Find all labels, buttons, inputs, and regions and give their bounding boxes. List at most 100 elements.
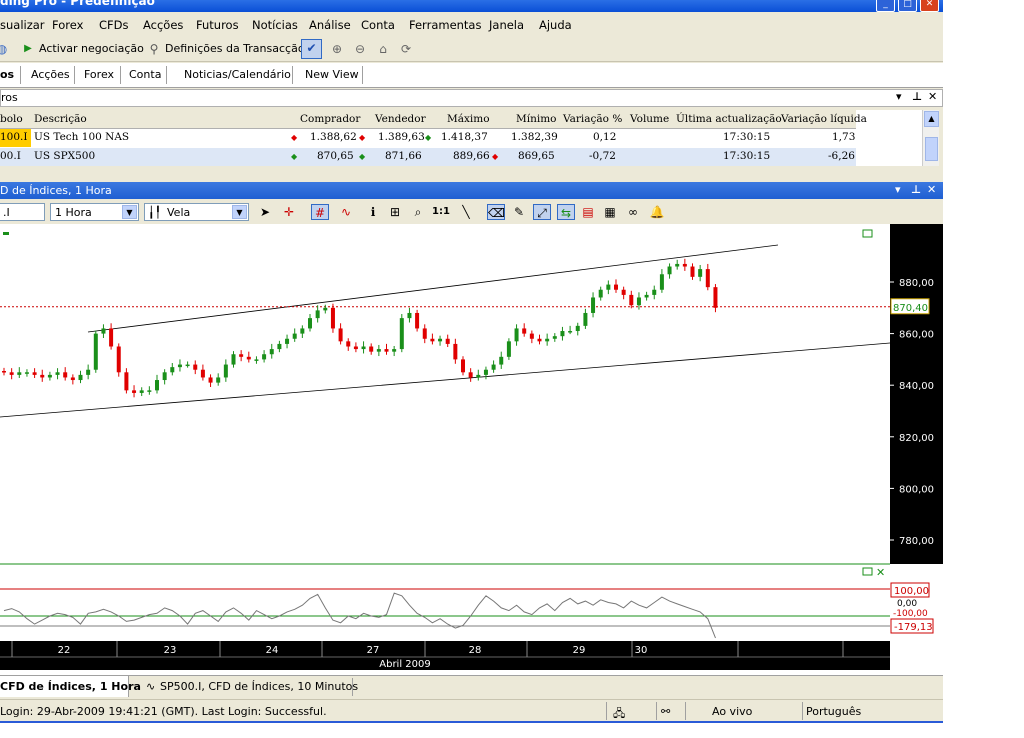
pin-icon[interactable]: ⊥ bbox=[911, 183, 921, 196]
template-icon[interactable]: ▤ bbox=[579, 204, 597, 220]
panel-close-icon[interactable]: ✕ bbox=[927, 183, 936, 196]
col-high[interactable]: Máximo bbox=[447, 113, 490, 125]
candle-body bbox=[568, 331, 573, 333]
tab-forex[interactable]: Forex bbox=[84, 68, 114, 81]
quote-bid: 870,65 bbox=[317, 150, 354, 162]
add-circle-icon[interactable]: ⊕ bbox=[329, 41, 345, 57]
globe-icon[interactable]: ◍ bbox=[0, 41, 10, 57]
scroll-thumb[interactable] bbox=[925, 137, 938, 161]
activate-trading-button[interactable]: Activar negociação bbox=[39, 42, 144, 55]
candle-body bbox=[652, 289, 657, 295]
zoom-icon[interactable]: ⌕ bbox=[409, 204, 427, 220]
auto-scale-icon[interactable]: ⤢ bbox=[533, 204, 551, 220]
indicator-icon[interactable]: ∿ bbox=[337, 204, 355, 220]
transaction-settings-button[interactable]: Definições da Transacção bbox=[165, 42, 305, 55]
col-last-update[interactable]: Última actualização bbox=[676, 113, 782, 125]
menu-futuros[interactable]: Futuros bbox=[196, 18, 239, 32]
home-icon[interactable]: ⌂ bbox=[375, 41, 391, 57]
panel-menu-icon[interactable]: ▾ bbox=[895, 183, 901, 196]
panel-close-icon[interactable]: ✕ bbox=[928, 90, 937, 103]
cci-zero-label: 0,00 bbox=[897, 599, 917, 609]
print-chart-icon[interactable]: ▦ bbox=[601, 204, 619, 220]
candle-body bbox=[40, 374, 45, 378]
candle-body bbox=[614, 284, 618, 290]
drawing-tools-icon[interactable]: ✎ bbox=[510, 204, 528, 220]
menu-noticias[interactable]: Notícias bbox=[252, 18, 298, 32]
col-symbol[interactable]: bolo bbox=[0, 113, 23, 125]
chevron-down-icon[interactable]: ▼ bbox=[122, 205, 137, 219]
play-icon[interactable]: ▶ bbox=[20, 41, 36, 57]
menu-ajuda[interactable]: Ajuda bbox=[539, 18, 572, 32]
chart-type-select[interactable]: ╽╿ Vela ▼ bbox=[144, 203, 249, 221]
quote-description: US Tech 100 NAS bbox=[34, 131, 130, 143]
collapse-pane-icon[interactable] bbox=[3, 232, 9, 235]
date-tick-label: 27 bbox=[367, 645, 380, 656]
col-volume[interactable]: Volume bbox=[630, 113, 669, 125]
eraser-icon[interactable]: ⌫ bbox=[487, 204, 505, 220]
menu-janela[interactable]: Janela bbox=[489, 18, 524, 32]
candle-body bbox=[338, 328, 343, 342]
link-icon[interactable]: ∞ bbox=[624, 204, 642, 220]
close-indicator-icon[interactable]: ✕ bbox=[876, 566, 885, 579]
menu-forex[interactable]: Forex bbox=[52, 18, 83, 32]
tab-noticias[interactable]: Noticias/Calendário bbox=[184, 68, 291, 81]
settings-icon[interactable]: ⚲ bbox=[146, 41, 162, 57]
quote-row[interactable]: 00.I US SPX500 ◆ 870,65 ◆ 871,66 889,66 … bbox=[0, 148, 856, 166]
candle-body bbox=[491, 364, 496, 370]
col-net-change[interactable]: Variação líquida bbox=[781, 113, 867, 125]
menu-conta[interactable]: Conta bbox=[361, 18, 395, 32]
alert-bell-icon[interactable]: 🔔 bbox=[648, 204, 666, 220]
pin-icon[interactable]: ⊥ bbox=[912, 90, 922, 103]
tab-new-view[interactable]: New View bbox=[305, 68, 359, 81]
tab-favoritos[interactable]: os bbox=[0, 68, 14, 81]
menu-ferramentas[interactable]: Ferramentas bbox=[409, 18, 481, 32]
scroll-up-icon[interactable]: ▲ bbox=[924, 111, 939, 127]
tab-conta[interactable]: Conta bbox=[129, 68, 161, 81]
quote-symbol: 00.I bbox=[0, 150, 21, 162]
one-to-one-icon[interactable]: 1:1 bbox=[432, 204, 450, 220]
menu-cfds[interactable]: CFDs bbox=[99, 18, 129, 32]
tab-chart-1h[interactable]: CFD de Índices, 1 Hora bbox=[0, 680, 141, 693]
candle-body bbox=[223, 364, 228, 378]
chevron-down-icon[interactable]: ▼ bbox=[232, 205, 247, 219]
zoom-area-icon[interactable]: ⊞ bbox=[386, 204, 404, 220]
price-chart[interactable]: 880,00 860,00 840,00 820,00 800,00 780,00 870… bbox=[0, 224, 943, 675]
menu-visualizar[interactable]: sualizar bbox=[0, 18, 45, 32]
col-change-pct[interactable]: Variação % bbox=[563, 113, 622, 125]
menu-accoes[interactable]: Acções bbox=[143, 18, 183, 32]
remove-circle-icon[interactable]: ⊖ bbox=[352, 41, 368, 57]
minimize-button[interactable]: _ bbox=[876, 0, 895, 12]
grid-icon[interactable]: # bbox=[311, 204, 329, 220]
col-low[interactable]: Mínimo bbox=[516, 113, 557, 125]
candle-body bbox=[323, 307, 328, 311]
col-description[interactable]: Descrição bbox=[34, 113, 87, 125]
menu-analise[interactable]: Análise bbox=[309, 18, 351, 32]
compare-icon[interactable]: ⇆ bbox=[557, 204, 575, 220]
close-button[interactable]: ✕ bbox=[920, 0, 939, 12]
info-icon[interactable]: ℹ bbox=[364, 204, 382, 220]
timeframe-select[interactable]: 1 Hora ▼ bbox=[50, 203, 139, 221]
tab-chart-10m[interactable]: SP500.I, CFD de Índices, 10 Minutos bbox=[160, 680, 358, 693]
candle-body bbox=[346, 341, 351, 347]
panel-menu-icon[interactable]: ▾ bbox=[896, 90, 902, 103]
quote-ask: 871,66 bbox=[385, 150, 422, 162]
trend-line-icon[interactable]: ╲ bbox=[457, 204, 475, 220]
candle-body bbox=[2, 371, 6, 373]
candle-body bbox=[407, 312, 412, 319]
candle-body bbox=[698, 269, 703, 277]
cursor-icon[interactable]: ➤ bbox=[256, 204, 274, 220]
refresh-icon[interactable]: ⟳ bbox=[398, 41, 414, 57]
check-icon[interactable]: ✔ bbox=[301, 39, 322, 59]
tab-accoes[interactable]: Acções bbox=[31, 68, 70, 81]
crosshair-icon[interactable]: ✛ bbox=[280, 204, 298, 220]
quote-row[interactable]: 100.I US Tech 100 NAS ◆ 1.388,62 ◆ 1.389… bbox=[0, 129, 856, 147]
maximize-button[interactable]: □ bbox=[898, 0, 917, 12]
symbol-input[interactable]: .I bbox=[0, 203, 45, 221]
status-bar: Login: 29-Abr-2009 19:41:21 (GMT). Last … bbox=[0, 699, 943, 722]
language-status[interactable]: Português bbox=[806, 705, 861, 718]
col-ask[interactable]: Vendedor bbox=[375, 113, 426, 125]
candle-body bbox=[415, 312, 420, 329]
col-bid[interactable]: Comprador bbox=[300, 113, 360, 125]
candle-body bbox=[330, 307, 335, 329]
quotes-scrollbar[interactable]: ▲ bbox=[922, 110, 939, 166]
